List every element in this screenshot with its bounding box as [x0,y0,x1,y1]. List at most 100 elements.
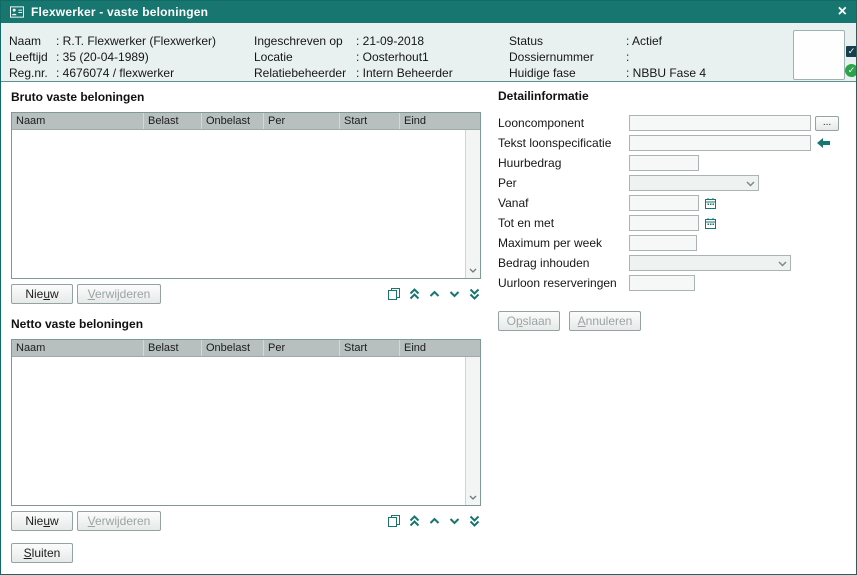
calendar-icon[interactable] [704,217,717,230]
netto-table: Naam Belast Onbelast Per Start Eind [11,339,481,506]
field-value-naam: : R.T. Flexwerker (Flexwerker) [56,33,216,49]
netto-section-title: Netto vaste beloningen [11,317,143,331]
green-check-icon: ✓ [845,64,857,77]
per-select[interactable] [629,175,759,191]
detail-row-vanaf: Vanaf [498,193,850,213]
field-label-naam: Naam [9,33,56,49]
detail-row-per: Per [498,173,850,193]
detail-title: Detailinformatie [498,89,850,103]
detail-row-tekst-loonspecificatie: Tekst loonspecificatie [498,133,850,153]
uurloon-reserveringen-input[interactable] [629,275,695,291]
column-header-start: Start [340,340,400,356]
bruto-toolbar [11,286,481,302]
chevron-down-icon [746,176,755,190]
field-label-vanaf: Vanaf [498,196,629,210]
vanaf-input[interactable] [629,195,699,211]
field-label-maximum-per-week: Maximum per week [498,236,629,250]
netto-table-body[interactable] [12,357,465,505]
column-header-start: Start [340,113,400,129]
field-value-regnr: : 4676074 / flexwerker [56,65,174,81]
chevron-double-up-icon[interactable] [407,287,421,302]
bruto-table-body[interactable] [12,130,465,278]
copy-icon[interactable] [387,287,401,302]
field-label-per: Per [498,176,629,190]
field-label-status: Status [509,33,626,49]
field-value-status: : Actief [626,33,662,49]
field-label-looncomponent: Looncomponent [498,116,629,130]
chevron-down-icon [778,256,787,270]
chevron-up-icon[interactable] [427,514,441,529]
scrollbar-down-icon[interactable] [466,491,480,504]
checkbox-checked-icon[interactable]: ✓ [846,46,857,57]
bedrag-inhouden-select[interactable] [629,255,791,271]
column-header-onbelast: Onbelast [202,340,264,356]
netto-table-header: Naam Belast Onbelast Per Start Eind [12,340,480,357]
detail-row-uurloon-reserveringen: Uurloon reserveringen [498,273,850,293]
field-label-leeftijd: Leeftijd [9,49,56,65]
bruto-table-scrollbar[interactable] [465,130,480,278]
field-label-relatiebeheerder: Relatiebeheerder [254,65,356,81]
detail-row-huurbedrag: Huurbedrag [498,153,850,173]
field-value-huidige-fase: : NBBU Fase 4 [626,65,706,81]
field-label-tekst-loonspecificatie: Tekst loonspecificatie [498,136,629,150]
column-header-per: Per [264,340,340,356]
header-col-personal: Naam: R.T. Flexwerker (Flexwerker) Leeft… [9,33,216,81]
chevron-double-down-icon[interactable] [467,287,481,302]
photo-placeholder [793,30,845,80]
header-info: Naam: R.T. Flexwerker (Flexwerker) Leeft… [1,23,856,82]
chevron-up-icon[interactable] [427,287,441,302]
calendar-icon[interactable] [704,197,717,210]
copy-icon[interactable] [387,514,401,529]
column-header-onbelast: Onbelast [202,113,264,129]
bruto-table-header: Naam Belast Onbelast Per Start Eind [12,113,480,130]
field-label-uurloon-reserveringen: Uurloon reserveringen [498,276,629,290]
looncomponent-input[interactable] [629,115,811,131]
field-value-leeftijd: : 35 (20-04-1989) [56,49,149,65]
chevron-double-up-icon[interactable] [407,514,421,529]
column-header-belast: Belast [144,340,202,356]
column-header-belast: Belast [144,113,202,129]
field-label-ingeschreven-op: Ingeschreven op [254,33,356,49]
arrow-left-icon[interactable] [816,137,831,149]
column-header-naam: Naam [12,113,144,129]
detail-panel: Detailinformatie Looncomponent ... Tekst… [498,89,850,293]
detail-row-maximum-per-week: Maximum per week [498,233,850,253]
maximum-per-week-input[interactable] [629,235,697,251]
field-value-locatie: : Oosterhout1 [356,49,429,65]
bruto-section-title: Bruto vaste beloningen [11,90,144,104]
field-label-huidige-fase: Huidige fase [509,65,626,81]
chevron-double-down-icon[interactable] [467,514,481,529]
field-label-locatie: Locatie [254,49,356,65]
netto-toolbar [11,513,481,529]
tot-en-met-input[interactable] [629,215,699,231]
field-label-bedrag-inhouden: Bedrag inhouden [498,256,629,270]
detail-row-bedrag-inhouden: Bedrag inhouden [498,253,850,273]
detail-row-tot-en-met: Tot en met [498,213,850,233]
field-label-dossiernummer: Dossiernummer [509,49,626,65]
titlebar: Flexwerker - vaste beloningen × [1,1,856,23]
header-col-registration: Ingeschreven op: 21-09-2018 Locatie: Oos… [254,33,453,81]
field-value-ingeschreven-op: : 21-09-2018 [356,33,424,49]
scrollbar-down-icon[interactable] [466,264,480,277]
field-value-relatiebeheerder: : Intern Beheerder [356,65,453,81]
bruto-table: Naam Belast Onbelast Per Start Eind [11,112,481,279]
chevron-down-icon[interactable] [447,287,461,302]
dialog-flexwerker-vaste-beloningen: Flexwerker - vaste beloningen × Naam: R.… [0,0,857,575]
header-col-status: Status: Actief Dossiernummer: Huidige fa… [509,33,706,81]
column-header-naam: Naam [12,340,144,356]
column-header-eind: Eind [400,340,467,356]
close-icon[interactable]: × [838,4,847,20]
flexwerker-card-icon [10,5,24,20]
annuleren-button[interactable]: Annuleren [569,311,641,331]
column-header-per: Per [264,113,340,129]
tekst-loonspecificatie-input[interactable] [629,135,811,151]
huurbedrag-input[interactable] [629,155,699,171]
field-label-huurbedrag: Huurbedrag [498,156,629,170]
netto-table-scrollbar[interactable] [465,357,480,505]
opslaan-button[interactable]: Opslaan [498,311,560,331]
chevron-down-icon[interactable] [447,514,461,529]
sluiten-button[interactable]: Sluiten [11,543,73,563]
detail-row-looncomponent: Looncomponent ... [498,113,850,133]
looncomponent-browse-button[interactable]: ... [815,116,839,131]
column-header-eind: Eind [400,113,467,129]
